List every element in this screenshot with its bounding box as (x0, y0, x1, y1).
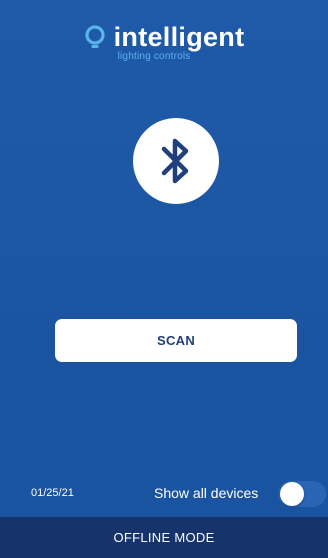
lightbulb-icon (84, 25, 105, 48)
bluetooth-badge (133, 118, 219, 204)
bluetooth-icon (161, 138, 189, 184)
offline-mode-label: OFFLINE MODE (113, 530, 215, 545)
brand-logo: intelligent lighting controls (0, 22, 328, 62)
show-all-devices-label: Show all devices (154, 485, 259, 501)
show-all-devices-toggle[interactable] (278, 481, 326, 507)
brand-tagline: lighting controls (117, 51, 191, 62)
app-screen: intelligent lighting controls SCAN 01/25… (0, 0, 328, 558)
brand-logo-group: intelligent lighting controls (84, 22, 245, 62)
toggle-knob[interactable] (280, 482, 304, 506)
date-label: 01/25/21 (31, 487, 74, 499)
scan-button[interactable]: SCAN (55, 319, 297, 362)
offline-mode-bar[interactable]: OFFLINE MODE (0, 517, 328, 558)
brand-name: intelligent (113, 22, 245, 52)
